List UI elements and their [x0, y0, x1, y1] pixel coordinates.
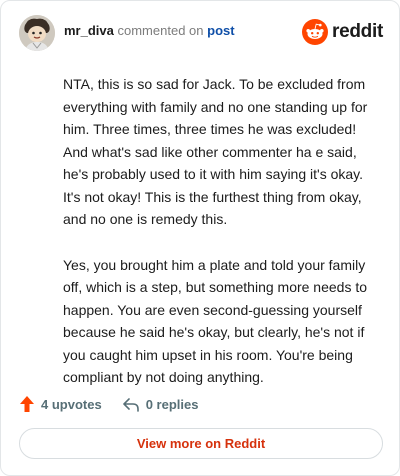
reddit-snoo-icon	[302, 19, 329, 45]
comment-paragraph-2: Yes, you brought him a plate and told yo…	[63, 256, 368, 386]
upvote-button[interactable]: 4 upvotes	[19, 395, 102, 413]
avatar-icon	[19, 15, 55, 51]
comment-header: mr_diva commented on post reddit	[19, 15, 383, 51]
username[interactable]: mr_diva	[64, 23, 114, 38]
replies-button[interactable]: 0 replies	[122, 396, 199, 412]
reply-arrow-icon	[122, 398, 139, 412]
upvotes-count: 4 upvotes	[41, 396, 102, 412]
replies-count: 0 replies	[145, 396, 199, 412]
comment-paragraph-1: NTA, this is so sad for Jack. To be excl…	[63, 76, 368, 227]
avatar[interactable]	[19, 15, 55, 51]
upvote-arrow-icon	[20, 396, 34, 412]
comment-body: NTA, this is so sad for Jack. To be excl…	[63, 73, 375, 412]
embedded-comment-card: mr_diva commented on post reddit NTA, th…	[0, 0, 400, 476]
reddit-logo[interactable]: reddit	[302, 17, 383, 47]
commented-on-text: commented on	[117, 22, 204, 38]
comment-actions: 4 upvotes 0 replies	[19, 393, 218, 415]
comment-meta: mr_diva commented on post	[64, 23, 235, 39]
post-link[interactable]: post	[207, 23, 234, 38]
view-more-on-reddit-button[interactable]: View more on Reddit	[19, 428, 383, 459]
reddit-wordmark: reddit	[332, 21, 383, 42]
